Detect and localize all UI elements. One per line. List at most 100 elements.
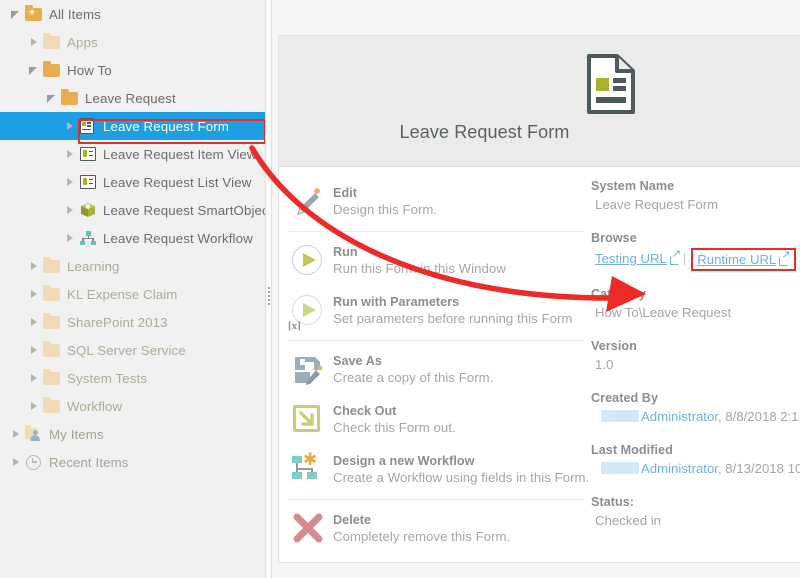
splitter-grip[interactable] xyxy=(268,287,270,309)
action-description: Check this Form out. xyxy=(333,420,456,435)
prop-system-name: System Name Leave Request Form xyxy=(591,178,800,214)
folder-icon xyxy=(42,257,62,275)
chevron-down-icon[interactable] xyxy=(44,90,60,106)
action-text: Delete Completely remove this Form. xyxy=(333,511,510,546)
action-text: Edit Design this Form. xyxy=(333,184,437,219)
panel-splitter[interactable] xyxy=(266,0,272,578)
tree-item-kl-expense-claim[interactable]: KL Expense Claim xyxy=(0,280,265,308)
chevron-right-icon[interactable] xyxy=(26,342,42,358)
tree-item-label: KL Expense Claim xyxy=(67,286,178,302)
tree-item-recent-items[interactable]: Recent Items xyxy=(0,448,265,476)
action-title: Run xyxy=(333,245,358,259)
action-text: Design a new Workflow Create a Workflow u… xyxy=(333,452,589,487)
tree-item-leave-request-form[interactable]: Leave Request Form xyxy=(0,112,265,140)
chevron-right-icon[interactable] xyxy=(62,118,78,134)
tree-item-label: How To xyxy=(67,62,112,78)
created-by-meta: , 8/8/2018 2:1 xyxy=(717,409,799,424)
external-link-icon xyxy=(669,249,681,265)
prop-category: Category How To\Leave Request xyxy=(591,286,800,322)
tree-item-leave-request-workflow[interactable]: Leave Request Workflow xyxy=(0,224,265,252)
save-as-icon xyxy=(292,354,324,386)
tree-item-label: Leave Request List View xyxy=(103,174,252,190)
browse-label: Browse xyxy=(591,231,637,245)
folder-star-icon xyxy=(24,5,44,23)
chevron-right-icon[interactable] xyxy=(62,202,78,218)
action-divider xyxy=(289,499,584,500)
testing-url-link[interactable]: Testing URL xyxy=(595,249,681,268)
chevron-right-icon[interactable] xyxy=(26,286,42,302)
folder-icon xyxy=(60,89,80,107)
chevron-right-icon[interactable] xyxy=(26,370,42,386)
chevron-down-icon[interactable] xyxy=(26,62,42,78)
action-save-as[interactable]: Save As Create a copy of this Form. xyxy=(289,345,587,395)
chevron-right-icon[interactable] xyxy=(8,454,24,470)
chevron-right-icon[interactable] xyxy=(26,258,42,274)
my-items-icon xyxy=(24,425,44,443)
external-link-icon xyxy=(779,250,791,266)
action-run-with-parameters[interactable]: [x] Run with Parameters Set parameters bef… xyxy=(288,286,587,336)
item-detail-panel: Leave Request Form Edit Design this Form.… xyxy=(273,0,800,578)
action-list: Edit Design this Form. Run Run this Form in… xyxy=(288,177,589,554)
prop-last-modified: Last Modified Administrator, 8/13/2018 1… xyxy=(591,442,800,478)
action-design-a-new-workflow[interactable]: ✱ Design a new Workflow Create a Workflow … xyxy=(289,445,589,495)
tree-item-label: Leave Request Workflow xyxy=(103,230,253,246)
tree-item-leave-request-item-view[interactable]: Leave Request Item View xyxy=(0,140,265,168)
tree-item-leave-request[interactable]: Leave Request xyxy=(0,84,265,112)
action-title: Delete xyxy=(333,513,372,527)
play-params-icon: [x] xyxy=(288,293,329,332)
tree-item-all-items[interactable]: All Items xyxy=(0,0,265,28)
tree-item-label: Leave Request Item View xyxy=(103,146,257,162)
tree-item-my-items[interactable]: My Items xyxy=(0,420,265,448)
action-delete[interactable]: Delete Completely remove this Form. xyxy=(289,504,587,554)
play-params-icon-wrap: [x] xyxy=(288,293,329,332)
folder-icon xyxy=(42,341,62,359)
last-modified-meta: , 8/13/2018 10 xyxy=(717,461,800,476)
tree-item-label: Leave Request Form xyxy=(103,118,229,134)
chevron-right-icon[interactable] xyxy=(62,230,78,246)
chevron-right-icon[interactable] xyxy=(62,146,78,162)
category-tree-panel[interactable]: All Items Apps How To Leave Request Leave Re… xyxy=(0,0,266,578)
action-description: Design this Form. xyxy=(333,202,438,217)
tree-item-label: SharePoint 2013 xyxy=(67,314,168,330)
chevron-right-icon[interactable] xyxy=(62,174,78,190)
prop-status: Status: Checked in xyxy=(591,494,800,530)
browse-links-row: Testing URL| Runtime URL xyxy=(591,247,800,271)
tree-item-system-tests[interactable]: System Tests xyxy=(0,364,265,392)
tree-item-label: Leave Request SmartObject xyxy=(103,202,266,218)
chevron-right-icon[interactable] xyxy=(26,34,42,50)
detail-card: Leave Request Form Edit Design this Form.… xyxy=(278,35,800,563)
tree-item-learning[interactable]: Learning xyxy=(0,252,265,280)
system-name-label: System Name xyxy=(591,179,675,193)
smartobject-icon xyxy=(78,201,98,219)
last-modified-user: Administrator xyxy=(641,461,718,476)
tree-item-apps[interactable]: Apps xyxy=(0,28,265,56)
play-circle-icon-wrap xyxy=(289,243,329,279)
tree-item-workflow[interactable]: Workflow xyxy=(0,392,265,420)
folder-icon xyxy=(42,369,62,387)
folder-icon xyxy=(42,313,62,331)
folder-icon xyxy=(42,397,62,415)
chevron-down-icon[interactable] xyxy=(8,6,24,22)
tree-item-label: My Items xyxy=(49,426,104,442)
chevron-right-icon[interactable] xyxy=(26,314,42,330)
action-run[interactable]: Run Run this Form in this Window xyxy=(289,236,587,286)
tree-item-label: Workflow xyxy=(67,398,123,414)
chevron-right-icon[interactable] xyxy=(8,426,24,442)
tree-item-how-to[interactable]: How To xyxy=(0,56,265,84)
workflow-icon xyxy=(78,229,98,247)
tree-item-leave-request-list-view[interactable]: Leave Request List View xyxy=(0,168,265,196)
tree-item-sql-server-service[interactable]: SQL Server Service xyxy=(0,336,265,364)
chevron-right-icon[interactable] xyxy=(26,398,42,414)
redacted-domain xyxy=(601,462,639,474)
view-icon xyxy=(78,173,98,191)
tree-item-sharepoint-2013[interactable]: SharePoint 2013 xyxy=(0,308,265,336)
k2-designer-window: All Items Apps How To Leave Request Leave Re… xyxy=(0,0,800,578)
tree-item-leave-request-smartobject[interactable]: Leave Request SmartObject xyxy=(0,196,265,224)
action-check-out[interactable]: Check Out Check this Form out. xyxy=(289,395,587,445)
tree-item-label: SQL Server Service xyxy=(67,342,186,358)
folder-icon xyxy=(42,285,62,303)
action-edit[interactable]: Edit Design this Form. xyxy=(289,177,587,227)
save-as-icon-wrap xyxy=(289,352,329,388)
runtime-url-link[interactable]: Runtime URL xyxy=(697,250,790,269)
action-divider xyxy=(289,340,584,341)
